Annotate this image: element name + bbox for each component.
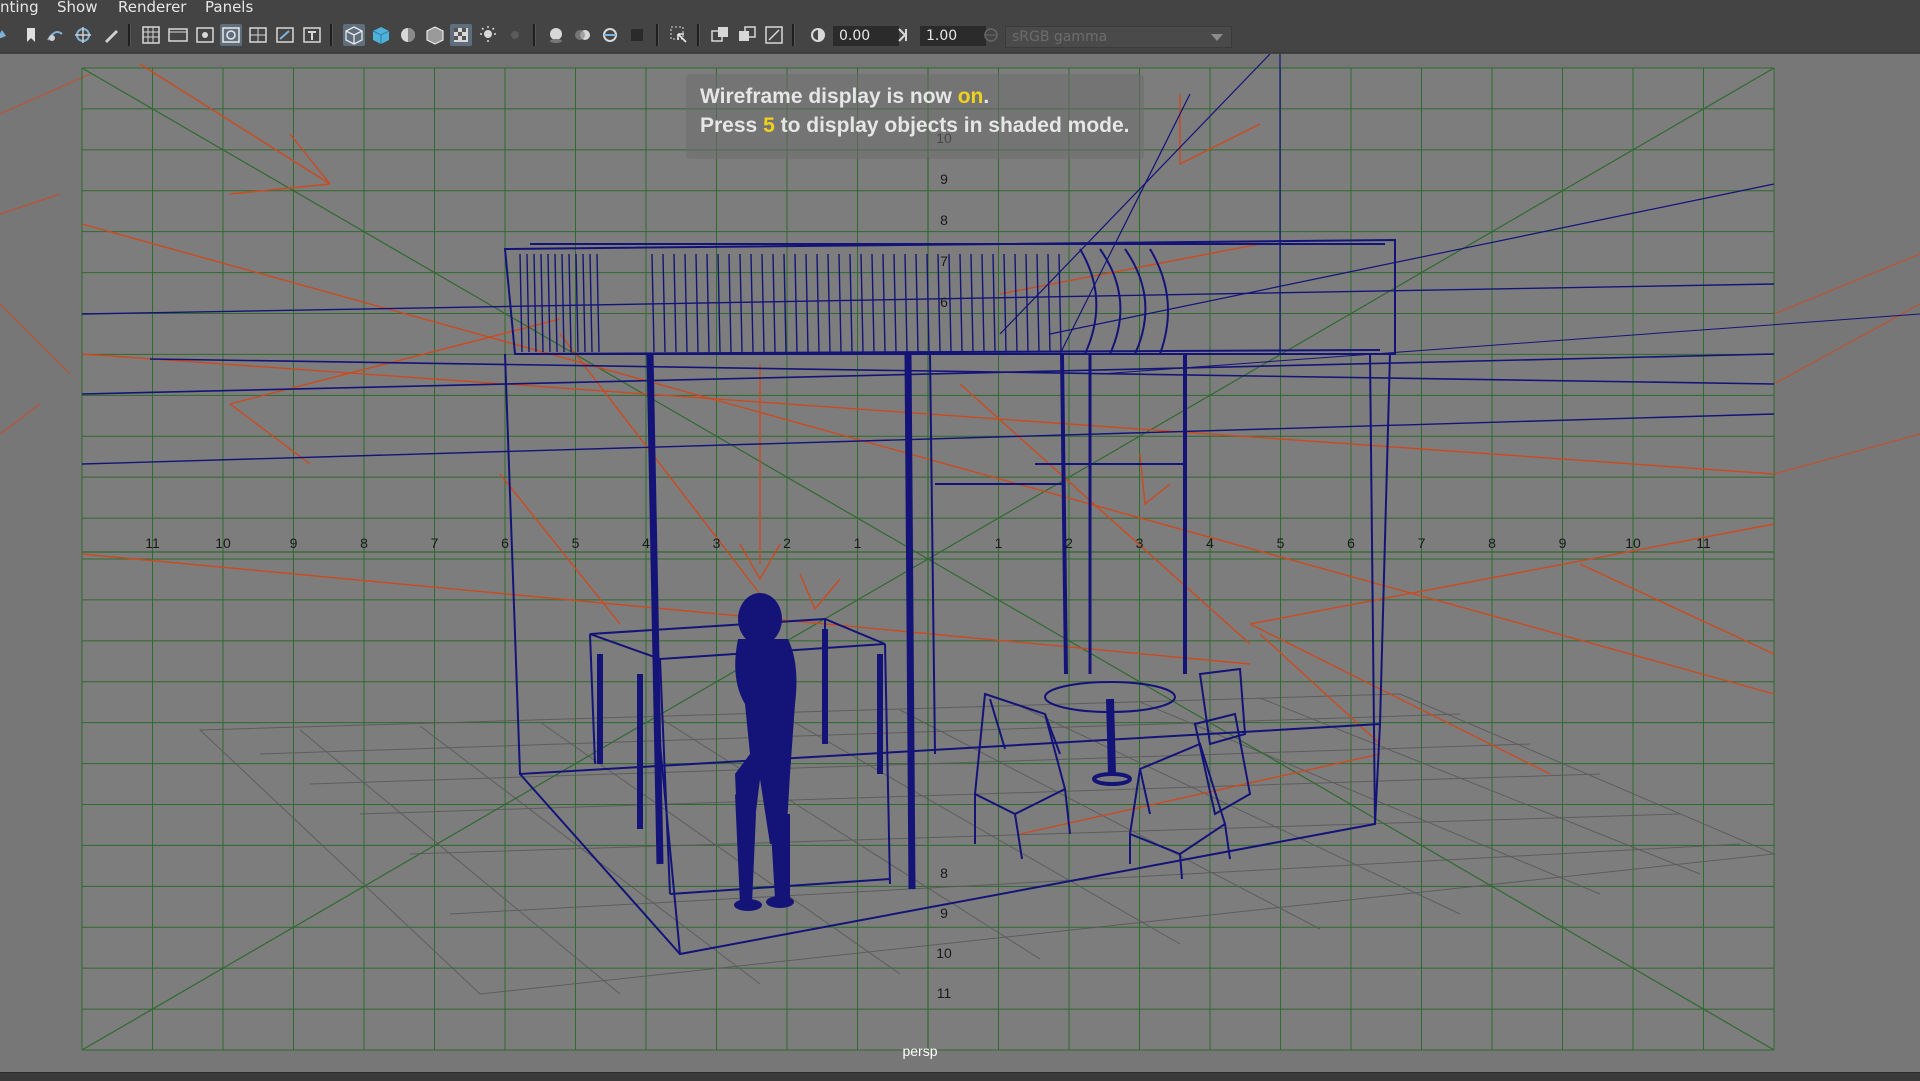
- message-line-1: Wireframe display is now on.: [700, 85, 989, 109]
- grid-label-left: 8: [360, 535, 368, 551]
- perspective-viewport[interactable]: 11109876543211234567891011109876891011 W…: [0, 54, 1920, 1072]
- safe-action-icon[interactable]: [274, 24, 296, 46]
- safe-title-icon[interactable]: [301, 24, 323, 46]
- shadows-icon[interactable]: [504, 24, 526, 46]
- exposure-icon[interactable]: [807, 24, 829, 46]
- grid-label-right: 6: [1347, 535, 1355, 551]
- grid-label-right: 11: [1696, 535, 1711, 551]
- xray-joints-icon[interactable]: [736, 24, 758, 46]
- chevron-down-icon: [1211, 34, 1223, 41]
- grease-pencil-icon[interactable]: [100, 24, 122, 46]
- color-management-icon[interactable]: [980, 24, 1002, 46]
- use-all-lights-icon[interactable]: [477, 24, 499, 46]
- grid-label-left: 11: [145, 535, 160, 551]
- grid-label-left: 10: [215, 535, 231, 551]
- grid-label-down: 9: [940, 905, 948, 921]
- field-chart-icon[interactable]: [247, 24, 269, 46]
- menu-lighting[interactable]: nting: [0, 0, 39, 15]
- panel-toolbar: 0.00 1.00 sRGB gamma: [0, 18, 1920, 53]
- grid-icon[interactable]: [140, 24, 162, 46]
- grid-label-right: 4: [1206, 535, 1214, 551]
- color-space-label: sRGB gamma: [1012, 29, 1108, 45]
- camera-name-label: persp: [902, 1043, 938, 1059]
- screen-space-ao-icon[interactable]: [545, 24, 567, 46]
- in-view-message: Wireframe display is now on. Press 5 to …: [686, 74, 1144, 159]
- gamma-icon[interactable]: [893, 24, 915, 46]
- grid-label-up: 6: [940, 294, 948, 310]
- grid-label-left: 6: [501, 535, 509, 551]
- panel-menu-bar: nting Show Renderer Panels: [0, 0, 1920, 16]
- grid-label-right: 7: [1418, 535, 1426, 551]
- message-line-2-prefix: Press: [700, 114, 764, 137]
- textured-icon[interactable]: [450, 24, 472, 46]
- wireframe-scene[interactable]: 11109876543211234567891011109876891011: [0, 54, 1920, 1072]
- message-line-2-highlight: 5: [763, 114, 775, 137]
- grid-label-left: 1: [854, 535, 862, 551]
- grid-label-right: 3: [1136, 535, 1144, 551]
- resolution-gate-icon[interactable]: [194, 24, 216, 46]
- grid-label-right: 2: [1065, 535, 1073, 551]
- grid-label-right: 1: [995, 535, 1003, 551]
- select-camera-icon[interactable]: [0, 24, 14, 46]
- grid-label-down: 10: [936, 945, 952, 961]
- smooth-shade-icon[interactable]: [370, 24, 392, 46]
- grid-label-left: 2: [783, 535, 791, 551]
- grid-label-right: 10: [1625, 535, 1641, 551]
- gamma-field[interactable]: 1.00: [920, 26, 986, 46]
- wireframe-icon[interactable]: [343, 24, 365, 46]
- grid-label-up: 9: [940, 171, 948, 187]
- backface-culling-icon[interactable]: [763, 24, 785, 46]
- multisample-aa-icon[interactable]: [599, 24, 621, 46]
- grid-label-up: 7: [940, 253, 948, 269]
- default-material-icon[interactable]: [397, 24, 419, 46]
- color-space-dropdown[interactable]: sRGB gamma: [1005, 26, 1232, 48]
- bookmark-icon[interactable]: [20, 24, 42, 46]
- message-line-1-highlight: on: [957, 85, 984, 108]
- menu-renderer[interactable]: Renderer: [118, 0, 186, 15]
- camera-track-icon[interactable]: [72, 24, 94, 46]
- motion-blur-icon[interactable]: [572, 24, 594, 46]
- grid-label-left: 5: [572, 535, 580, 551]
- menu-panels[interactable]: Panels: [205, 0, 253, 15]
- exposure-field[interactable]: 0.00: [833, 26, 899, 46]
- grid-label-down: 8: [940, 865, 948, 881]
- grid-label-right: 5: [1277, 535, 1285, 551]
- xray-icon[interactable]: [709, 24, 731, 46]
- menu-show[interactable]: Show: [57, 0, 97, 15]
- film-gate-icon[interactable]: [167, 24, 189, 46]
- grid-label-down: 11: [937, 985, 952, 1001]
- grid-label-right: 9: [1559, 535, 1567, 551]
- depth-of-field-icon[interactable]: [626, 24, 648, 46]
- isolate-select-icon[interactable]: [668, 24, 690, 46]
- message-line-1-prefix: Wireframe display is now: [700, 85, 958, 108]
- grid-label-left: 4: [642, 535, 650, 551]
- camera-tumble-icon[interactable]: [44, 24, 66, 46]
- grid-label-left: 7: [431, 535, 439, 551]
- grid-label-up: 8: [940, 212, 948, 228]
- grid-label-left: 9: [290, 535, 298, 551]
- wireframe-on-shaded-icon[interactable]: [424, 24, 446, 46]
- message-line-2-suffix: to display objects in shaded mode.: [774, 114, 1130, 137]
- grid-label-right: 8: [1488, 535, 1496, 551]
- message-line-2: Press 5 to display objects in shaded mod…: [700, 114, 1129, 138]
- gate-mask-icon[interactable]: [220, 24, 242, 46]
- grid-label-left: 3: [713, 535, 721, 551]
- message-line-1-suffix: .: [983, 85, 990, 108]
